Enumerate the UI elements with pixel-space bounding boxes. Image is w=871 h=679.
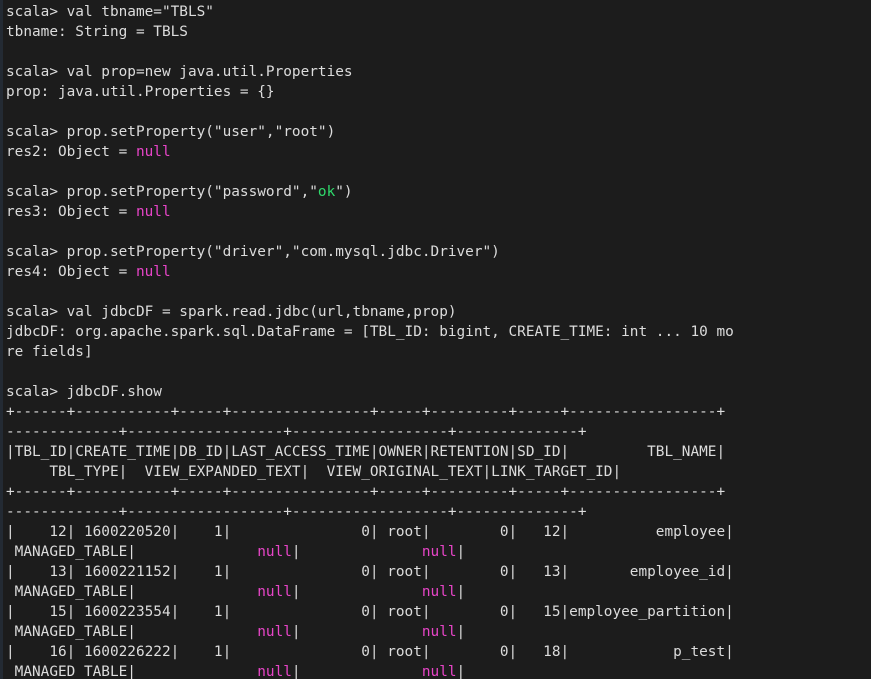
- terminal-line: jdbcDF: org.apache.spark.sql.DataFrame =…: [6, 322, 871, 342]
- terminal-line: | 12| 1600220520| 1| 0| root| 0| 12| emp…: [6, 522, 871, 542]
- terminal-line: MANAGED_TABLE| null| null|: [6, 662, 871, 679]
- terminal-token-default: scala> prop.setProperty("driver","com.my…: [6, 244, 500, 260]
- terminal-token-default: |: [456, 664, 466, 679]
- terminal-token-null: null: [135, 204, 171, 220]
- terminal-line: +------+-----------+-----+--------------…: [6, 402, 871, 422]
- terminal-token-null: null: [257, 544, 292, 560]
- terminal-line: scala> prop.setProperty("user","root"): [6, 122, 871, 142]
- terminal-line: | 16| 1600226222| 1| 0| root| 0| 18| p_t…: [6, 642, 871, 662]
- terminal-token-default: res4: Object =: [6, 264, 136, 280]
- terminal-line: |TBL_ID|CREATE_TIME|DB_ID|LAST_ACCESS_TI…: [6, 442, 871, 462]
- terminal-line: scala> prop.setProperty("password","ok"): [6, 182, 871, 202]
- terminal-token-null: null: [421, 624, 457, 640]
- terminal-token-null: null: [257, 624, 292, 640]
- terminal-line: res4: Object = null: [6, 262, 871, 282]
- terminal-token-null: null: [135, 144, 171, 160]
- terminal-line: MANAGED_TABLE| null| null|: [6, 622, 871, 642]
- terminal-line: res2: Object = null: [6, 142, 871, 162]
- terminal-line: scala> val jdbcDF = spark.read.jdbc(url,…: [6, 302, 871, 322]
- terminal-line: scala> val tbname="TBLS": [6, 2, 871, 22]
- terminal-token-default: -------------+------------------+-------…: [6, 424, 587, 440]
- terminal-token-default: scala> prop.setProperty("password",": [6, 184, 318, 200]
- terminal-token-default: scala> jdbcDF.show: [6, 384, 162, 400]
- terminal-token-default: | 13| 1600221152| 1| 0| root| 0| 13| emp…: [6, 564, 734, 580]
- terminal-token-default: res3: Object =: [6, 204, 136, 220]
- terminal-token-null: null: [421, 544, 457, 560]
- terminal-token-default: |: [456, 584, 466, 600]
- terminal-token-default: -------------+------------------+-------…: [6, 504, 587, 520]
- terminal-token-default: |: [456, 624, 466, 640]
- terminal-line: MANAGED_TABLE| null| null|: [6, 582, 871, 602]
- terminal-token-default: | 16| 1600226222| 1| 0| root| 0| 18| p_t…: [6, 644, 734, 660]
- terminal-line: MANAGED_TABLE| null| null|: [6, 542, 871, 562]
- terminal-token-default: jdbcDF: org.apache.spark.sql.DataFrame =…: [6, 324, 734, 340]
- terminal-line: | 15| 1600223554| 1| 0| root| 0| 15|empl…: [6, 602, 871, 622]
- terminal-token-default: prop: java.util.Properties = {}: [6, 84, 275, 100]
- terminal-line: -------------+------------------+-------…: [6, 502, 871, 522]
- terminal-token-default: +------+-----------+-----+--------------…: [6, 404, 726, 420]
- terminal-line: scala> prop.setProperty("driver","com.my…: [6, 242, 871, 262]
- terminal-token-default: res2: Object =: [6, 144, 136, 160]
- terminal-line: -------------+------------------+-------…: [6, 422, 871, 442]
- terminal-token-default: MANAGED_TABLE|: [6, 664, 258, 679]
- terminal-window[interactable]: scala> val tbname="TBLS" tbname: String =…: [0, 0, 871, 679]
- terminal-token-default: |: [291, 624, 422, 640]
- terminal-line: | 13| 1600221152| 1| 0| root| 0| 13| emp…: [6, 562, 871, 582]
- terminal-token-default: | 12| 1600220520| 1| 0| root| 0| 12| emp…: [6, 524, 734, 540]
- terminal-line: scala> jdbcDF.show: [6, 382, 871, 402]
- terminal-token-default: scala> val jdbcDF = spark.read.jdbc(url,…: [6, 304, 457, 320]
- terminal-token-default: +------+-----------+-----+--------------…: [6, 484, 726, 500]
- terminal-token-default: MANAGED_TABLE|: [6, 544, 258, 560]
- terminal-token-default: re fields]: [6, 344, 93, 360]
- terminal-token-default: scala> val prop=new java.util.Properties: [6, 64, 353, 80]
- terminal-line: TBL_TYPE| VIEW_EXPANDED_TEXT| VIEW_ORIGI…: [6, 462, 871, 482]
- terminal-token-default: "): [335, 184, 353, 200]
- terminal-token-default: MANAGED_TABLE|: [6, 624, 258, 640]
- terminal-token-default: | 15| 1600223554| 1| 0| root| 0| 15|empl…: [6, 604, 734, 620]
- terminal-token-string: ok: [317, 184, 336, 200]
- terminal-token-null: null: [421, 664, 457, 679]
- terminal-token-default: |: [291, 544, 422, 560]
- terminal-line: res3: Object = null: [6, 202, 871, 222]
- terminal-token-default: |: [456, 544, 466, 560]
- terminal-token-null: null: [257, 664, 292, 679]
- terminal-line: prop: java.util.Properties = {}: [6, 82, 871, 102]
- terminal-line: +------+-----------+-----+--------------…: [6, 482, 871, 502]
- terminal-screen[interactable]: scala> val tbname="TBLS" tbname: String =…: [3, 0, 871, 679]
- terminal-token-default: scala> val tbname="TBLS": [6, 4, 214, 20]
- terminal-token-default: scala> prop.setProperty("user","root"): [6, 124, 336, 140]
- terminal-token-null: null: [135, 264, 171, 280]
- terminal-line: scala> val prop=new java.util.Properties: [6, 62, 871, 82]
- terminal-token-default: MANAGED_TABLE|: [6, 584, 258, 600]
- terminal-token-default: |TBL_ID|CREATE_TIME|DB_ID|LAST_ACCESS_TI…: [6, 444, 726, 460]
- terminal-token-default: TBL_TYPE| VIEW_EXPANDED_TEXT| VIEW_ORIGI…: [6, 464, 622, 480]
- terminal-token-null: null: [257, 584, 292, 600]
- terminal-token-default: tbname: String = TBLS: [6, 24, 188, 40]
- terminal-token-default: |: [291, 584, 422, 600]
- terminal-token-default: |: [291, 664, 422, 679]
- terminal-token-null: null: [421, 584, 457, 600]
- terminal-line: re fields]: [6, 342, 871, 362]
- terminal-line: tbname: String = TBLS: [6, 22, 871, 42]
